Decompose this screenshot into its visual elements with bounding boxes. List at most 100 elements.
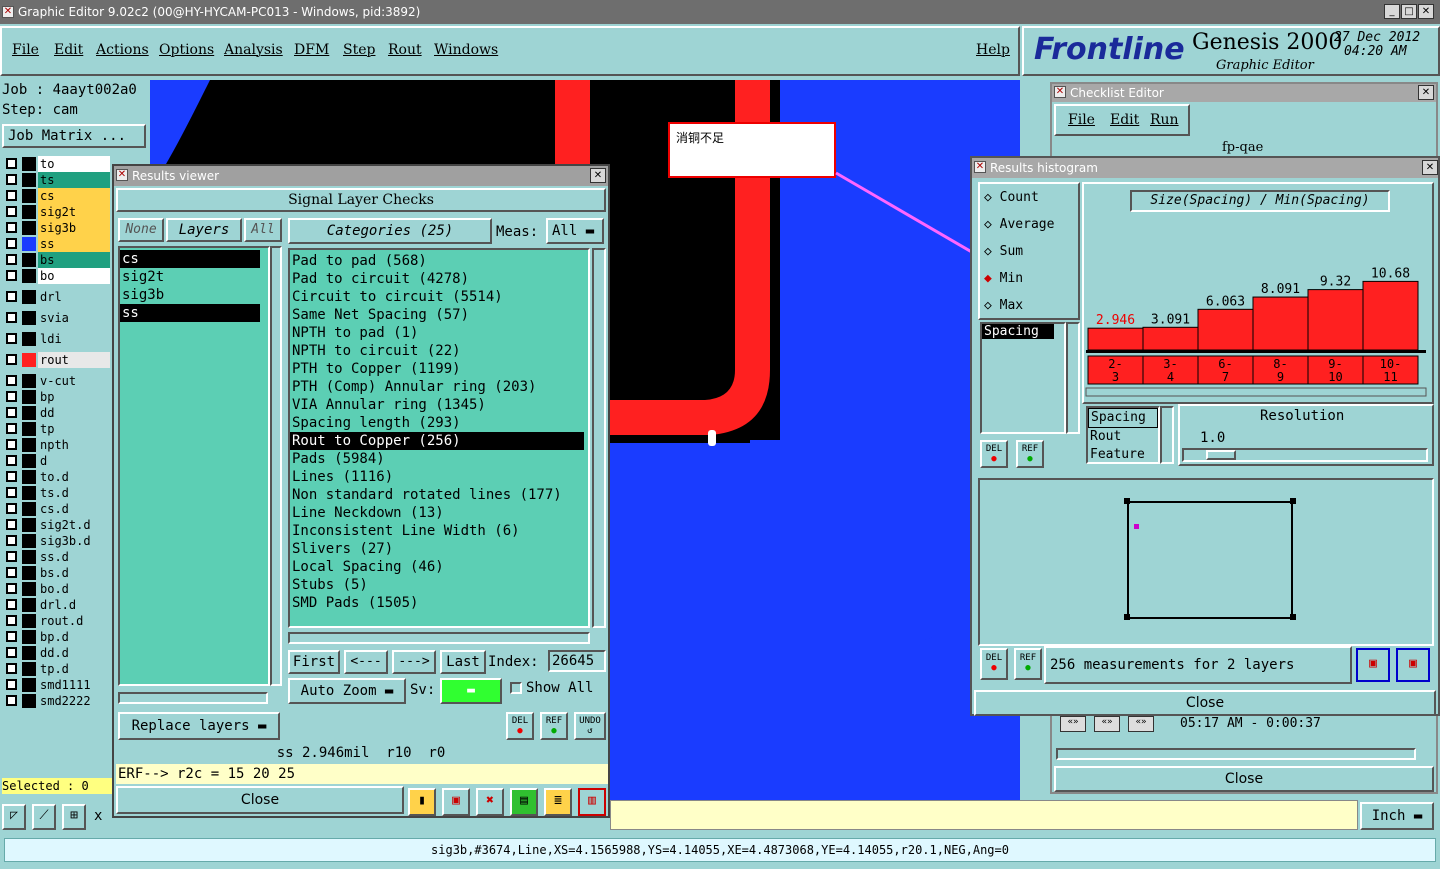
layer-checkbox[interactable] bbox=[6, 190, 17, 201]
grid-tool-icon[interactable]: ⊞ bbox=[62, 804, 86, 830]
menu-step[interactable]: Step bbox=[343, 42, 375, 58]
report-icon[interactable]: ≣ bbox=[544, 788, 572, 816]
job-matrix-button[interactable]: Job Matrix ... bbox=[2, 124, 146, 148]
layer-color-swatch[interactable] bbox=[22, 454, 36, 468]
menu-edit[interactable]: Edit bbox=[54, 42, 83, 58]
select-tool-icon[interactable]: ◸ bbox=[2, 804, 26, 830]
layer-color-swatch[interactable] bbox=[22, 253, 36, 267]
layer-row-bs.d[interactable]: bs.d bbox=[2, 565, 112, 581]
layer-row-bo.d[interactable]: bo.d bbox=[2, 581, 112, 597]
sort-item[interactable]: Feature bbox=[1088, 446, 1158, 464]
layer-row-sig2t[interactable]: sig2t bbox=[2, 204, 112, 220]
layer-name[interactable]: rout.d bbox=[38, 613, 110, 629]
layer-checkbox[interactable] bbox=[6, 333, 17, 344]
layer-color-swatch[interactable] bbox=[22, 518, 36, 532]
layer-row-v-cut[interactable]: v-cut bbox=[2, 373, 112, 389]
layer-color-swatch[interactable] bbox=[22, 646, 36, 660]
layer-name[interactable]: drl bbox=[38, 289, 110, 305]
layer-name[interactable]: d bbox=[38, 453, 110, 469]
rv-layer-item[interactable]: ss bbox=[120, 304, 260, 322]
radio-icon[interactable]: ◇ bbox=[984, 217, 1000, 232]
menu-actions[interactable]: Actions bbox=[96, 42, 149, 58]
layer-checkbox[interactable] bbox=[6, 631, 17, 642]
layer-checkbox[interactable] bbox=[6, 647, 17, 658]
layer-row-smd2222[interactable]: smd2222 bbox=[2, 693, 112, 709]
action-icon-3[interactable]: «» bbox=[1128, 716, 1154, 732]
layer-color-swatch[interactable] bbox=[22, 694, 36, 708]
layer-checkbox[interactable] bbox=[6, 291, 17, 302]
layer-checkbox[interactable] bbox=[6, 312, 17, 323]
layer-checkbox[interactable] bbox=[6, 174, 17, 185]
layer-row-rout.d[interactable]: rout.d bbox=[2, 613, 112, 629]
layer-checkbox[interactable] bbox=[6, 254, 17, 265]
layer-checkbox[interactable] bbox=[6, 158, 17, 169]
last-button[interactable]: Last bbox=[440, 650, 486, 674]
show-all-checkbox[interactable] bbox=[510, 682, 522, 694]
layer-row-sig3b.d[interactable]: sig3b.d bbox=[2, 533, 112, 549]
measure-tool-icon[interactable]: ⟋ bbox=[32, 804, 56, 830]
layer-checkbox[interactable] bbox=[6, 270, 17, 281]
option-average[interactable]: ◇ Average bbox=[984, 217, 1054, 232]
preview-ref-button[interactable]: REF ● bbox=[1014, 648, 1042, 680]
layer-checkbox[interactable] bbox=[6, 615, 17, 626]
layer-name[interactable]: drl.d bbox=[38, 597, 110, 613]
category-item[interactable]: Pads (5984) bbox=[290, 450, 584, 468]
replace-layers-selector[interactable]: Replace layers ▬ bbox=[118, 712, 280, 740]
layer-name[interactable]: sig3b bbox=[38, 220, 110, 236]
layer-color-swatch[interactable] bbox=[22, 332, 36, 346]
index-field[interactable]: 26645 bbox=[548, 650, 606, 672]
category-item[interactable]: Pad to circuit (4278) bbox=[290, 270, 584, 288]
next-button[interactable]: ---> bbox=[392, 650, 436, 674]
histogram-close-x[interactable]: ✕ bbox=[1422, 160, 1438, 175]
none-button[interactable]: None bbox=[118, 218, 164, 242]
layer-color-swatch[interactable] bbox=[22, 390, 36, 404]
close-window-button[interactable]: ✕ bbox=[1418, 4, 1434, 19]
radio-icon[interactable]: ◇ bbox=[984, 298, 1000, 313]
ref-button[interactable]: REF ● bbox=[540, 712, 568, 740]
layer-color-swatch[interactable] bbox=[22, 470, 36, 484]
layer-name[interactable]: bp bbox=[38, 389, 110, 405]
layer-color-swatch[interactable] bbox=[22, 534, 36, 548]
layer-row-svia[interactable]: svia bbox=[2, 310, 112, 326]
checklist-close-button[interactable]: Close bbox=[1054, 766, 1434, 792]
rv-layer-item[interactable]: sig3b bbox=[120, 286, 260, 304]
layer-row-bp[interactable]: bp bbox=[2, 389, 112, 405]
layer-row-ss[interactable]: ss bbox=[2, 236, 112, 252]
layer-row-to[interactable]: to bbox=[2, 156, 112, 172]
layer-name[interactable]: ts.d bbox=[38, 485, 110, 501]
radio-icon[interactable]: ◆ bbox=[984, 271, 1000, 286]
category-item[interactable]: Stubs (5) bbox=[290, 576, 584, 594]
radio-icon[interactable]: ◇ bbox=[984, 190, 1000, 205]
layer-checkbox[interactable] bbox=[6, 551, 17, 562]
layer-checkbox[interactable] bbox=[6, 455, 17, 466]
checklist-menu-file[interactable]: File bbox=[1068, 112, 1095, 128]
first-button[interactable]: First bbox=[288, 650, 340, 674]
histogram-close-button[interactable]: Close bbox=[974, 690, 1436, 716]
maximize-button[interactable]: □ bbox=[1401, 4, 1417, 19]
sort-listbox[interactable]: Spacing Rout Feature bbox=[1086, 406, 1160, 464]
layer-color-swatch[interactable] bbox=[22, 189, 36, 203]
layer-checkbox[interactable] bbox=[6, 599, 17, 610]
menu-rout[interactable]: Rout bbox=[388, 42, 422, 58]
layer-row-sig2t.d[interactable]: sig2t.d bbox=[2, 517, 112, 533]
layer-color-swatch[interactable] bbox=[22, 598, 36, 612]
layer-name[interactable]: smd1111 bbox=[38, 677, 110, 693]
hist-del-button[interactable]: DEL ● bbox=[980, 440, 1008, 468]
categories-vscroll[interactable] bbox=[592, 248, 606, 628]
resolution-slider-thumb[interactable] bbox=[1206, 450, 1236, 460]
layer-checkbox[interactable] bbox=[6, 222, 17, 233]
layer-name[interactable]: ss.d bbox=[38, 549, 110, 565]
layer-row-rout[interactable]: rout bbox=[2, 352, 112, 368]
layer-color-swatch[interactable] bbox=[22, 502, 36, 516]
layer-color-swatch[interactable] bbox=[22, 550, 36, 564]
all-layers-button[interactable]: All bbox=[244, 218, 282, 242]
menu-analysis[interactable]: Analysis bbox=[224, 42, 283, 58]
layer-row-tp.d[interactable]: tp.d bbox=[2, 661, 112, 677]
category-item[interactable]: PTH (Comp) Annular ring (203) bbox=[290, 378, 584, 396]
layer-checkbox[interactable] bbox=[6, 535, 17, 546]
option-count[interactable]: ◇ Count bbox=[984, 190, 1039, 205]
layer-checkbox[interactable] bbox=[6, 391, 17, 402]
layer-row-to.d[interactable]: to.d bbox=[2, 469, 112, 485]
layer-row-dd.d[interactable]: dd.d bbox=[2, 645, 112, 661]
layer-color-swatch[interactable] bbox=[22, 311, 36, 325]
